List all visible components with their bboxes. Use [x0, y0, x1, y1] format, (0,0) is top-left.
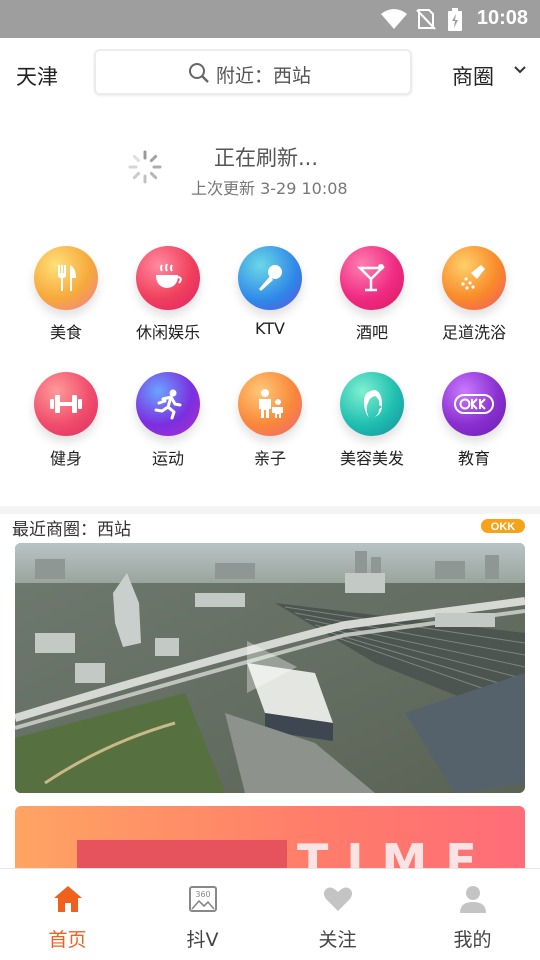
district-selector[interactable]: 商圈 [452, 61, 494, 91]
pull-refresh: 正在刷新... 上次更新 3-29 10:08 [0, 108, 540, 220]
tab-label: 我的 [453, 929, 492, 951]
category-bar[interactable]: 酒吧 [322, 230, 422, 342]
category-family[interactable]: 亲子 [220, 356, 320, 468]
category-label: 休闲娱乐 [135, 323, 200, 342]
woman-profile-icon [363, 390, 382, 418]
cocktail-icon [356, 264, 386, 292]
panorama-360-icon: 360 [189, 886, 217, 912]
category-ktv[interactable]: KTV [220, 230, 320, 340]
tab-follow[interactable]: 关注 [270, 869, 405, 960]
category-label: 美食 [49, 323, 82, 342]
category-leisure[interactable]: 休闲娱乐 [118, 230, 218, 342]
category-sports[interactable]: 运动 [118, 356, 218, 468]
shower-icon [461, 265, 485, 290]
refresh-title: 正在刷新... [214, 146, 319, 170]
microphone-icon [259, 265, 282, 291]
category-label: 教育 [457, 449, 490, 468]
category-label: KTV [255, 319, 285, 338]
tab-label: 抖V [186, 929, 219, 951]
section-divider [0, 506, 540, 514]
coffee-cup-icon [156, 263, 182, 288]
category-beauty[interactable]: 美容美发 [322, 356, 422, 468]
recent-district-title: 最近商圈：西站 [12, 520, 131, 540]
okk-logo: OKK [481, 519, 525, 533]
dumbbell-icon [50, 395, 82, 413]
city-selector[interactable]: 天津 [16, 61, 58, 91]
category-label: 运动 [151, 449, 184, 468]
aerial-city-photo [15, 543, 525, 793]
category-label: 足道洗浴 [441, 323, 506, 342]
category-label: 酒吧 [355, 323, 388, 342]
okk-badge-icon [454, 394, 494, 414]
header: 天津 附近：西站 商圈 [0, 38, 540, 108]
category-grid: 美食 休闲娱乐 KTV 酒吧 足道洗浴 健身 运动 亲子 美容美发 教育 [0, 230, 540, 500]
user-icon [460, 886, 486, 913]
loading-spinner-icon [128, 150, 162, 184]
svg-text:360: 360 [195, 890, 210, 899]
home-icon [54, 886, 82, 912]
chevron-down-icon[interactable] [513, 65, 527, 75]
district-banner-image[interactable] [15, 543, 525, 793]
tab-label: 关注 [318, 929, 357, 951]
search-icon [189, 63, 209, 83]
category-label: 美容美发 [339, 449, 404, 468]
fork-knife-icon [58, 265, 76, 291]
heart-icon [324, 887, 352, 911]
last-updated: 上次更新 3-29 10:08 [191, 179, 348, 198]
search-placeholder: 附近：西站 [216, 65, 312, 87]
tab-home[interactable]: 首页 [0, 869, 135, 960]
parent-child-icon [259, 389, 283, 418]
status-bar: 10:08 [0, 0, 540, 38]
tab-douv[interactable]: 360 抖V [135, 869, 270, 960]
tab-label: 首页 [48, 929, 87, 951]
category-education[interactable]: 教育 [424, 356, 524, 468]
no-sim-icon [416, 9, 436, 30]
promo-banner[interactable]: TIME [15, 806, 525, 876]
tab-mine[interactable]: 我的 [405, 869, 540, 960]
bottom-navigation: 首页 360 抖V 关注 我的 [0, 868, 540, 960]
category-spa[interactable]: 足道洗浴 [424, 230, 524, 342]
recent-district: 最近商圈：西站 OKK [0, 514, 540, 540]
clock: 10:08 [476, 7, 528, 29]
category-food[interactable]: 美食 [16, 230, 116, 342]
category-fitness[interactable]: 健身 [16, 356, 116, 468]
runner-icon [154, 389, 182, 420]
search-input[interactable]: 附近：西站 [94, 49, 412, 95]
battery-icon [448, 8, 462, 31]
category-label: 亲子 [253, 449, 286, 468]
svg-text:OKK: OKK [491, 521, 516, 533]
wifi-icon [381, 9, 407, 29]
category-label: 健身 [49, 449, 82, 468]
